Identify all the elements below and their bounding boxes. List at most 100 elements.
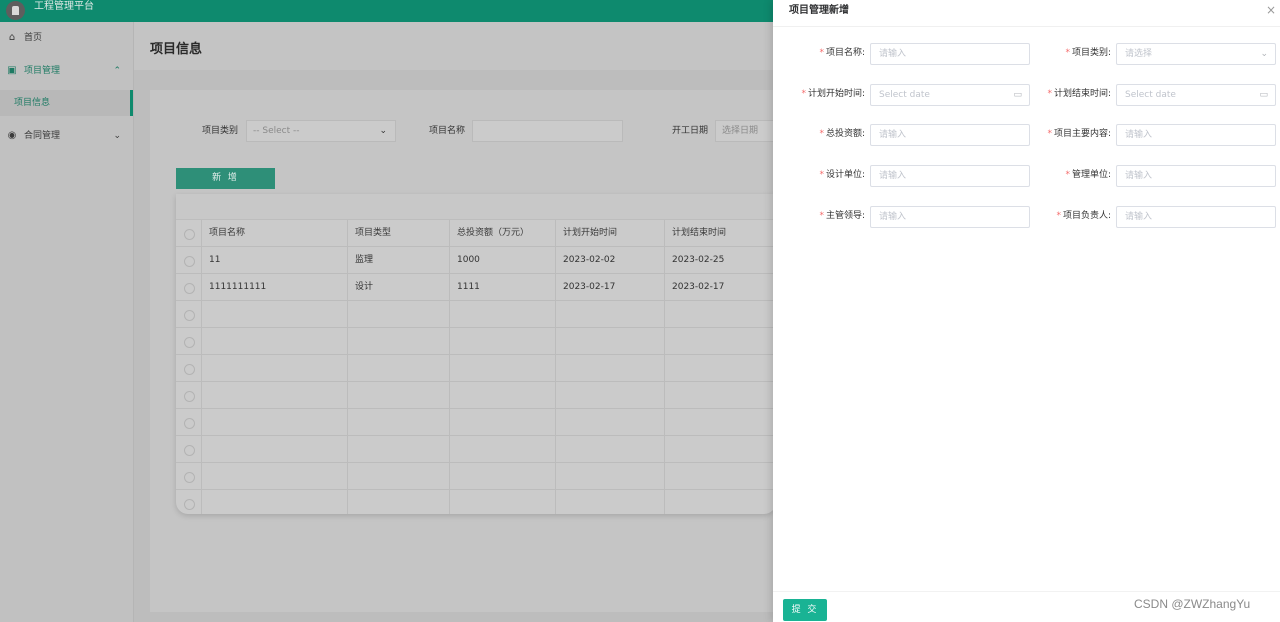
table-cell [556, 463, 665, 490]
field-label-project-category: * 项目类别: [1021, 42, 1111, 64]
chevron-down-icon: ⌄ [379, 126, 387, 136]
table-cell [450, 301, 556, 328]
table-row-empty [176, 355, 776, 382]
field-label-text: 计划开始时间: [807, 89, 865, 99]
table-cell: 1111 [450, 274, 556, 301]
table-cell [665, 301, 776, 328]
app-title: 工程管理平台 [34, 1, 94, 12]
sidebar: ⌂ 首页 ▣ 项目管理 ⌃ 项目信息 ◉ 合同管理 ⌄ [0, 22, 134, 622]
required-mark: * [819, 129, 824, 139]
document-icon: ▣ [7, 65, 17, 76]
table-cell [202, 355, 348, 382]
row-checkbox[interactable] [176, 490, 202, 514]
field-label-text: 项目负责人: [1062, 211, 1111, 221]
placeholder: Select date [879, 90, 930, 100]
table-cell [202, 328, 348, 355]
field-label-text: 总投资额: [825, 129, 865, 139]
drawer-divider [773, 26, 1280, 27]
table-cell [348, 490, 450, 514]
chevron-down-icon: ⌄ [1260, 49, 1268, 59]
table-cell: 监理 [348, 247, 450, 274]
calendar-icon: ▭ [1259, 90, 1268, 100]
table-cell [665, 490, 776, 514]
table-cell [202, 490, 348, 514]
field-label-project-name: * 项目名称: [775, 42, 865, 64]
placeholder: Select date [1125, 90, 1176, 100]
table-row[interactable]: 11 监理 1000 2023-02-02 2023-02-25 [176, 247, 776, 274]
chevron-up-icon: ⌃ [113, 66, 121, 76]
sidebar-item-project-management[interactable]: ▣ 项目管理 ⌃ [0, 60, 133, 82]
row-checkbox[interactable] [176, 355, 202, 382]
filter-name-input[interactable] [472, 120, 623, 142]
required-mark: * [819, 211, 824, 221]
table-cell [202, 436, 348, 463]
field-label-manage-unit: * 管理单位: [1021, 164, 1111, 186]
field-label-investment: * 总投资额: [775, 123, 865, 145]
drawer-title: 项目管理新增 [789, 5, 849, 16]
sidebar-item-contract-management[interactable]: ◉ 合同管理 ⌄ [0, 125, 133, 147]
sidebar-item-home[interactable]: ⌂ 首页 [0, 27, 133, 49]
row-checkbox[interactable] [176, 301, 202, 328]
field-label-owner: * 项目负责人: [1021, 205, 1111, 227]
page-header: 项目信息 [134, 22, 774, 70]
placeholder: 请输入 [879, 49, 907, 59]
table-cell [202, 382, 348, 409]
project-category-select[interactable]: 请选择 ⌄ [1116, 43, 1276, 65]
field-label-text: 项目主要内容: [1053, 129, 1111, 139]
close-icon[interactable]: × [1266, 3, 1276, 17]
table-cell: 2023-02-17 [672, 282, 725, 292]
select-all-checkbox[interactable] [176, 220, 202, 247]
table-cell [665, 382, 776, 409]
table-cell: 1000 [450, 247, 556, 274]
table-cell [665, 463, 776, 490]
table-row-empty [176, 328, 776, 355]
filter-date-placeholder: 选择日期 [722, 126, 759, 136]
placeholder: 请输入 [1125, 212, 1153, 222]
row-checkbox[interactable] [176, 382, 202, 409]
row-checkbox[interactable] [176, 409, 202, 436]
field-label-main-content: * 项目主要内容: [1021, 123, 1111, 145]
sidebar-item-label: 首页 [24, 33, 43, 43]
plan-start-date-picker[interactable]: Select date ▭ [870, 84, 1030, 106]
field-label-leader: * 主管领导: [775, 205, 865, 227]
table-header-cell: 总投资额（万元） [450, 220, 556, 247]
placeholder: 请输入 [879, 130, 907, 140]
table-cell [665, 355, 776, 382]
table-cell [348, 409, 450, 436]
row-checkbox[interactable] [176, 463, 202, 490]
row-checkbox[interactable] [176, 328, 202, 355]
submit-button[interactable]: 提 交 [783, 599, 827, 621]
table-cell: 2023-02-25 [672, 255, 725, 265]
sidebar-item-label: 项目管理 [24, 66, 61, 76]
design-unit-input[interactable]: 请输入 [870, 165, 1030, 187]
table-cell [348, 328, 450, 355]
plan-end-date-picker[interactable]: Select date ▭ [1116, 84, 1276, 106]
table-cell [450, 382, 556, 409]
project-name-input[interactable]: 请输入 [870, 43, 1030, 65]
row-checkbox[interactable] [176, 274, 202, 301]
table-cell [348, 463, 450, 490]
table-cell [450, 409, 556, 436]
field-label-plan-start: * 计划开始时间: [775, 83, 865, 105]
table-header-cell: 项目名称 [202, 220, 348, 247]
sidebar-subitem-project-info[interactable]: 项目信息 [0, 90, 133, 116]
row-checkbox[interactable] [176, 247, 202, 274]
required-mark: * [1056, 211, 1061, 221]
contract-icon: ◉ [7, 130, 17, 141]
add-button[interactable]: 新 增 [176, 168, 275, 189]
main-content-input[interactable]: 请输入 [1116, 124, 1276, 146]
filter-category-select[interactable]: -- Select -- ⌄ [246, 120, 396, 142]
content-panel: 项目类别 -- Select -- ⌄ 项目名称 开工日期 选择日期 新 增 项… [150, 90, 785, 612]
row-checkbox[interactable] [176, 436, 202, 463]
leader-input[interactable]: 请输入 [870, 206, 1030, 228]
field-label-design-unit: * 设计单位: [775, 164, 865, 186]
table-row[interactable]: 1111111111 设计 1111 2023-02-17 2023-02-17 [176, 274, 776, 301]
field-label-text: 管理单位: [1071, 170, 1111, 180]
table-row-empty [176, 301, 776, 328]
investment-input[interactable]: 请输入 [870, 124, 1030, 146]
manage-unit-input[interactable]: 请输入 [1116, 165, 1276, 187]
table-cell [556, 409, 665, 436]
table-cell [202, 409, 348, 436]
owner-input[interactable]: 请输入 [1116, 206, 1276, 228]
watermark: CSDN @ZWZhangYu [1134, 597, 1251, 611]
